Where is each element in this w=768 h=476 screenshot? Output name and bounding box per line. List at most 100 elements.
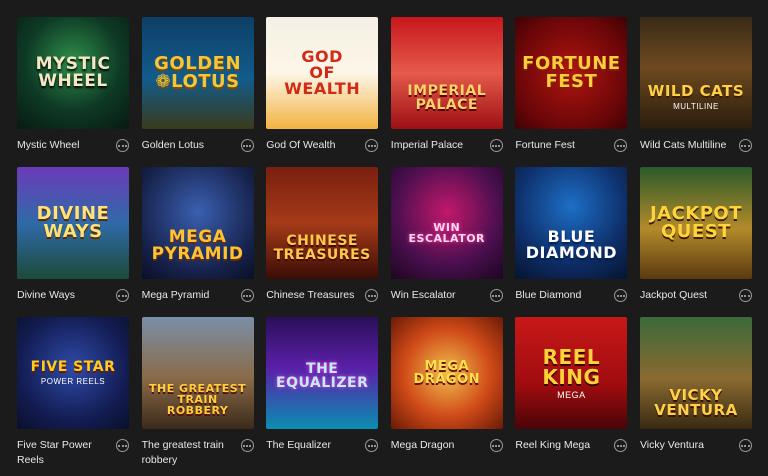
dot [619, 444, 622, 447]
game-caption-row: Divine Ways [17, 288, 129, 303]
game-tile[interactable]: GOLDEN ❁LOTUS Golden Lotus [141, 17, 254, 167]
more-dots-icon[interactable] [116, 139, 129, 152]
game-logo-art: THE EQUALIZER [276, 361, 369, 391]
more-dots-icon[interactable] [614, 289, 628, 302]
more-dots-icon[interactable] [240, 289, 254, 302]
dot [118, 144, 121, 147]
game-thumbnail[interactable]: FIVE STAR POWER REELS [17, 317, 129, 429]
more-dots-icon[interactable] [489, 289, 503, 302]
game-thumbnail[interactable]: VICKY VENTURA [639, 317, 752, 429]
game-title[interactable]: Blue Diamond [515, 288, 581, 303]
game-title[interactable]: Mega Dragon [391, 438, 455, 453]
game-tile[interactable]: MEGA PYRAMID Mega Pyramid [141, 167, 254, 317]
game-thumbnail[interactable]: CHINESE TREASURES [266, 167, 379, 279]
game-logo: WILD CATS MULTILINE [648, 36, 744, 111]
more-dots-icon[interactable] [614, 139, 628, 152]
game-thumbnail[interactable]: FORTUNE FEST [515, 17, 628, 129]
more-dots-icon[interactable] [365, 139, 379, 152]
game-tile[interactable]: BLUE DIAMOND Blue Diamond [515, 167, 628, 317]
game-caption-row: Reel King Mega [515, 438, 628, 453]
game-logo-art: VICKY VENTURA [654, 386, 738, 419]
game-tile[interactable]: FORTUNE FEST Fortune Fest [515, 17, 628, 167]
dot [747, 444, 750, 447]
game-tile[interactable]: WILD CATS MULTILINE Wild Cats Multiline [639, 17, 752, 167]
game-title[interactable]: Reel King Mega [515, 438, 590, 453]
game-title[interactable]: Mystic Wheel [17, 138, 79, 153]
game-title[interactable]: Vicky Ventura [640, 438, 704, 453]
game-title[interactable]: Win Escalator [391, 288, 456, 303]
game-title[interactable]: Chinese Treasures [266, 288, 354, 303]
game-thumbnail[interactable]: MYSTIC WHEEL [17, 17, 129, 129]
game-thumbnail[interactable]: THE GREATEST TRAIN ROBBERY [141, 317, 254, 429]
game-thumbnail[interactable]: MEGA PYRAMID [141, 167, 254, 279]
game-thumbnail[interactable]: BLUE DIAMOND [515, 167, 628, 279]
more-dots-icon[interactable] [614, 439, 628, 452]
game-thumbnail[interactable]: JACKPOT QUEST [639, 167, 752, 279]
game-tile[interactable]: VICKY VENTURA Vicky Ventura [639, 317, 752, 467]
more-dots-icon[interactable] [738, 439, 752, 452]
more-dots-icon[interactable] [738, 289, 752, 302]
game-thumbnail[interactable]: DIVINE WAYS [17, 167, 129, 279]
game-title[interactable]: Divine Ways [17, 288, 75, 303]
more-dots-icon[interactable] [489, 139, 503, 152]
game-logo-art: GOD OF WEALTH [284, 47, 361, 98]
game-title[interactable]: Five Star Power Reels [17, 438, 109, 468]
game-logo-art: FIVE STAR [30, 359, 116, 375]
more-dots-icon[interactable] [240, 439, 254, 452]
game-tile[interactable]: REEL KING MEGA Reel King Mega [515, 317, 628, 467]
game-tile[interactable]: THE GREATEST TRAIN ROBBERY The greatest t… [141, 317, 254, 468]
game-thumbnail[interactable]: WIN ESCALATOR [390, 167, 503, 279]
game-title[interactable]: Fortune Fest [515, 138, 575, 153]
game-title[interactable]: The greatest train robbery [142, 438, 234, 468]
game-title[interactable]: Mega Pyramid [142, 288, 210, 303]
game-thumbnail[interactable]: GOLDEN ❁LOTUS [141, 17, 254, 129]
dot [492, 444, 495, 447]
dot [619, 144, 622, 147]
game-tile[interactable]: MEGA DRAGON Mega Dragon [390, 317, 503, 467]
game-tile[interactable]: GOD OF WEALTH God Of Wealth [266, 17, 379, 167]
more-dots-icon[interactable] [240, 139, 254, 152]
game-thumbnail[interactable]: MEGA DRAGON [390, 317, 503, 429]
more-dots-icon[interactable] [116, 439, 129, 452]
game-thumbnail[interactable]: THE EQUALIZER [266, 317, 379, 429]
game-caption-row: Wild Cats Multiline [640, 138, 752, 153]
game-title[interactable]: The Equalizer [266, 438, 331, 453]
game-logo-subtitle: MULTILINE [673, 101, 719, 111]
game-title[interactable]: Golden Lotus [142, 138, 204, 153]
game-logo-art: REEL KING [542, 344, 601, 389]
dot [495, 144, 498, 147]
game-title[interactable]: God Of Wealth [266, 138, 335, 153]
dot [741, 294, 744, 297]
game-title[interactable]: Jackpot Quest [640, 288, 707, 303]
game-caption-row: Mega Dragon [391, 438, 503, 453]
game-logo-art: DIVINE WAYS [36, 203, 110, 242]
game-tile[interactable]: DIVINE WAYS Divine Ways [17, 167, 129, 317]
more-dots-icon[interactable] [489, 439, 503, 452]
game-tile[interactable]: MYSTIC WHEEL Mystic Wheel [17, 17, 129, 167]
game-title[interactable]: Wild Cats Multiline [640, 138, 726, 153]
more-dots-icon[interactable] [738, 139, 752, 152]
game-thumbnail[interactable]: GOD OF WEALTH [266, 17, 379, 129]
game-tile[interactable]: WIN ESCALATOR Win Escalator [390, 167, 503, 317]
game-tile[interactable]: JACKPOT QUEST Jackpot Quest [639, 167, 752, 317]
game-tile[interactable]: THE EQUALIZER The Equalizer [266, 317, 379, 467]
game-thumbnail[interactable]: REEL KING MEGA [515, 317, 628, 429]
game-tile[interactable]: FIVE STAR POWER REELS Five Star Power Reel… [17, 317, 129, 467]
game-title[interactable]: Imperial Palace [391, 138, 463, 153]
game-logo-art: THE GREATEST TRAIN ROBBERY [149, 381, 247, 417]
more-dots-icon[interactable] [116, 289, 129, 302]
dot [619, 294, 622, 297]
game-tile[interactable]: CHINESE TREASURES Chinese Treasures [266, 167, 379, 317]
more-dots-icon[interactable] [365, 289, 379, 302]
dot [121, 294, 124, 297]
dot [124, 294, 127, 297]
game-tile[interactable]: IMPERIAL PALACE Imperial Palace [390, 17, 503, 167]
dot [747, 294, 750, 297]
dot [249, 444, 252, 447]
game-caption-row: Imperial Palace [391, 138, 503, 153]
dot [492, 294, 495, 297]
more-dots-icon[interactable] [365, 439, 379, 452]
dot [246, 144, 249, 147]
game-thumbnail[interactable]: WILD CATS MULTILINE [639, 17, 752, 129]
game-thumbnail[interactable]: IMPERIAL PALACE [390, 17, 503, 129]
